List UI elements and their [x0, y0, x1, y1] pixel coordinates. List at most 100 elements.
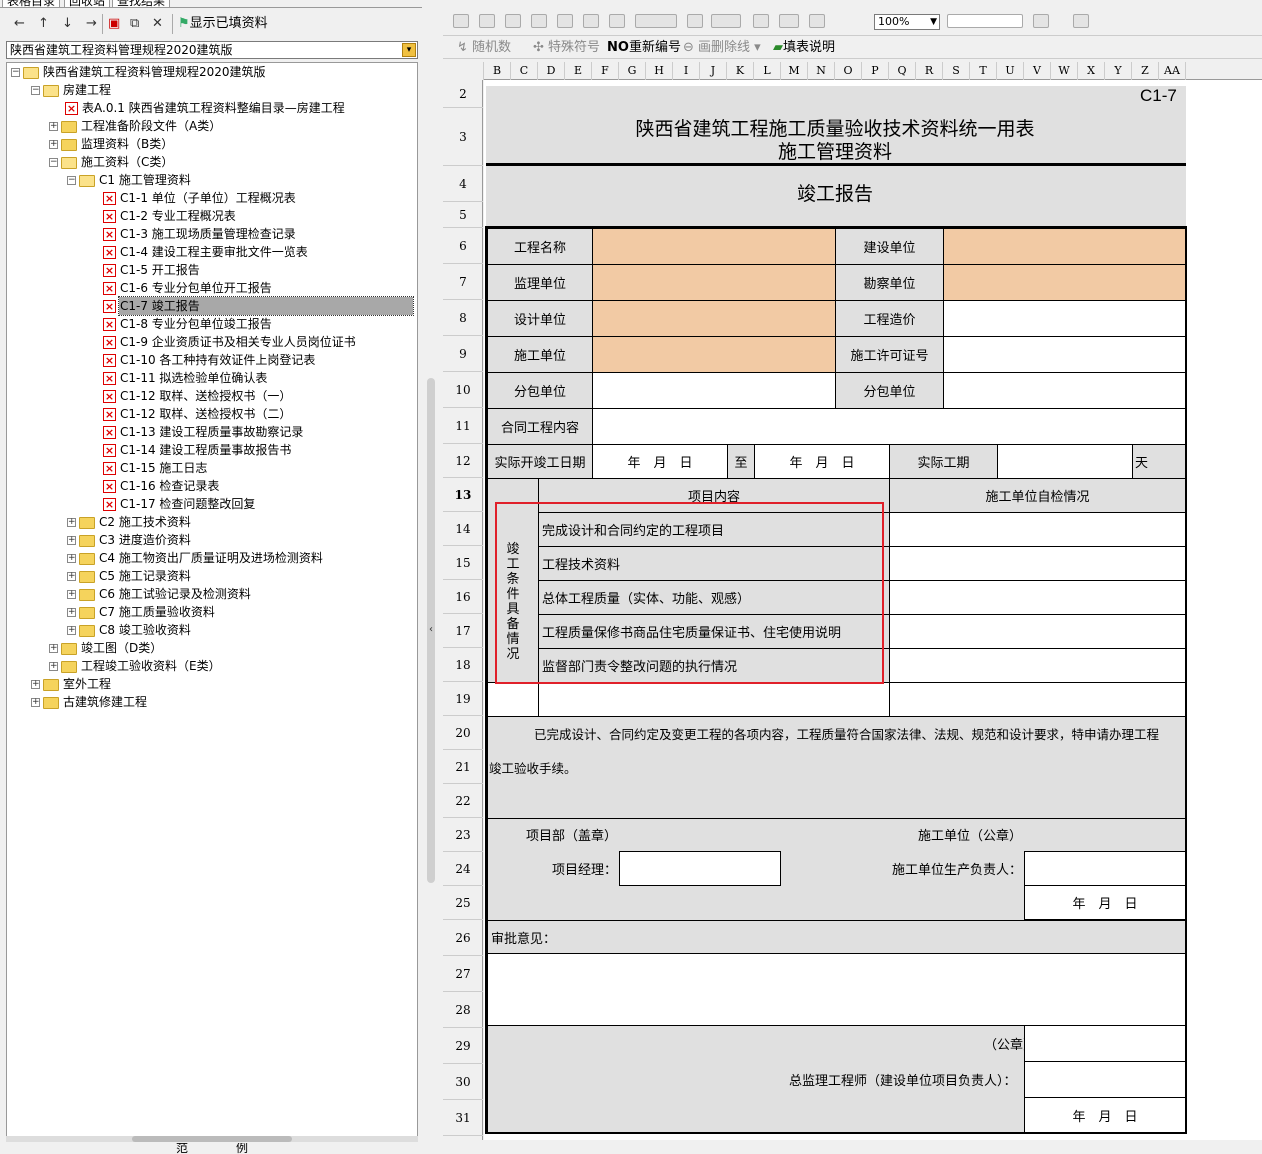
col-header[interactable]: M: [781, 62, 808, 80]
tree-node-c1-8[interactable]: × C1-8 专业分包单位竣工报告: [103, 315, 273, 333]
tree-node-c1-13[interactable]: × C1-13 建设工程质量事故勘察记录: [103, 423, 304, 441]
col-header[interactable]: Z: [1132, 62, 1159, 80]
tab-li[interactable]: 例: [236, 1143, 248, 1154]
tree-node-c1-3[interactable]: × C1-3 施工现场质量管理检查记录: [103, 225, 297, 243]
project-cost-field[interactable]: [943, 300, 1186, 337]
row-header[interactable]: 29: [443, 1028, 483, 1064]
align-icon[interactable]: [453, 14, 469, 28]
tree-node-e[interactable]: + 工程竣工验收资料（E类）: [49, 657, 222, 675]
tree-node-c1-12a[interactable]: × C1-12 取样、送检授权书（一）: [103, 387, 292, 405]
col-header[interactable]: X: [1078, 62, 1105, 80]
tab-recycle[interactable]: 回收站: [64, 0, 111, 7]
row-header[interactable]: 3: [443, 108, 483, 166]
construction-unit-field[interactable]: [943, 228, 1186, 265]
col-header[interactable]: F: [592, 62, 619, 80]
tree-node-c1[interactable]: − C1 施工管理资料: [67, 171, 192, 189]
row-header[interactable]: 12: [443, 444, 483, 478]
new-table-icon[interactable]: ▣: [108, 14, 120, 34]
line-style-select[interactable]: [947, 14, 1023, 28]
corner-cell[interactable]: [443, 62, 484, 80]
scroll-thumb[interactable]: [132, 1136, 292, 1142]
row-header[interactable]: 18: [443, 648, 483, 682]
col-header[interactable]: L: [754, 62, 781, 80]
row-header[interactable]: 30: [443, 1064, 483, 1100]
col-header[interactable]: P: [862, 62, 889, 80]
expand-icon[interactable]: +: [31, 680, 40, 689]
chevron-down-icon[interactable]: ▼: [930, 15, 937, 29]
col-header[interactable]: B: [484, 62, 511, 80]
tree-node-building[interactable]: − 房建工程: [31, 81, 112, 99]
tree-node-c8[interactable]: + C8 竣工验收资料: [67, 621, 192, 639]
row-header[interactable]: 25: [443, 886, 483, 920]
col-header[interactable]: H: [646, 62, 673, 80]
tree-node-b[interactable]: + 监理资料（B类）: [49, 135, 174, 153]
row-header[interactable]: 17: [443, 614, 483, 648]
sort-icon[interactable]: [583, 14, 599, 28]
row-header[interactable]: 7: [443, 264, 483, 300]
item-2-check-field[interactable]: [889, 546, 1186, 581]
tree-node-c4[interactable]: + C4 施工物资出厂质量证明及进场检测资料: [67, 549, 324, 567]
row-header[interactable]: 24: [443, 852, 483, 886]
collapse-icon[interactable]: −: [31, 86, 40, 95]
end-date-field[interactable]: 年 月 日: [754, 444, 890, 479]
color-icon[interactable]: [779, 14, 799, 28]
actual-period-field[interactable]: [997, 444, 1133, 479]
col-header[interactable]: Y: [1105, 62, 1132, 80]
collapse-icon[interactable]: −: [49, 158, 58, 167]
col-header[interactable]: U: [997, 62, 1024, 80]
col-header[interactable]: K: [727, 62, 754, 80]
col-header[interactable]: W: [1051, 62, 1078, 80]
col-header[interactable]: V: [1024, 62, 1051, 80]
expand-icon[interactable]: +: [67, 608, 76, 617]
arrow-up-icon[interactable]: ↑: [38, 14, 49, 34]
col-header[interactable]: J: [700, 62, 727, 80]
design-unit-field[interactable]: [592, 300, 836, 337]
expand-icon[interactable]: +: [49, 140, 58, 149]
row-header[interactable]: 27: [443, 956, 483, 992]
row-header[interactable]: 9: [443, 336, 483, 372]
row-icon[interactable]: [609, 14, 625, 28]
col-header[interactable]: S: [943, 62, 970, 80]
spec-select[interactable]: 陕西省建筑工程资料管理规程2020建筑版 ▾: [6, 41, 418, 59]
item-4-check-field[interactable]: [889, 614, 1186, 649]
tree-node-d[interactable]: + 竣工图（D类）: [49, 639, 163, 657]
expand-icon[interactable]: +: [49, 662, 58, 671]
col-header[interactable]: N: [808, 62, 835, 80]
arrow-down-icon[interactable]: ↓: [62, 14, 73, 34]
expand-icon[interactable]: +: [31, 698, 40, 707]
row-header[interactable]: 16: [443, 580, 483, 614]
row-header[interactable]: 4: [443, 166, 483, 202]
col-header[interactable]: T: [970, 62, 997, 80]
eraser-icon[interactable]: [753, 14, 769, 28]
tree-node-c1-7[interactable]: × C1-7 竣工报告: [103, 296, 417, 316]
builder-date-field[interactable]: 年 月 日: [1024, 885, 1186, 920]
collapse-icon[interactable]: −: [11, 68, 20, 77]
arrow-left-icon[interactable]: ←: [14, 14, 25, 34]
col-header[interactable]: G: [619, 62, 646, 80]
item-1-check-field[interactable]: [889, 512, 1186, 547]
border-icon[interactable]: [531, 14, 547, 28]
expand-icon[interactable]: +: [67, 518, 76, 527]
tree-node-c1-14[interactable]: × C1-14 建设工程质量事故报告书: [103, 441, 292, 459]
item-5-check-field[interactable]: [889, 648, 1186, 683]
collapse-icon[interactable]: −: [67, 176, 76, 185]
row-header[interactable]: 10: [443, 372, 483, 408]
chief-supervisor-field[interactable]: [1024, 1061, 1186, 1098]
tree-node-ancient[interactable]: + 古建筑修建工程: [31, 693, 148, 711]
font-size-icon[interactable]: [635, 14, 677, 28]
row-header[interactable]: 20: [443, 716, 483, 750]
tab-catalog[interactable]: 表格目录: [2, 0, 61, 7]
strikethrough-button[interactable]: ⊖ 画删除线 ▾: [683, 40, 761, 56]
row-header[interactable]: 19: [443, 682, 483, 716]
blank-cell[interactable]: [889, 682, 1186, 717]
calc-icon[interactable]: [809, 14, 825, 28]
row-header[interactable]: 13: [443, 478, 483, 512]
approval-opinion-field[interactable]: [487, 953, 1186, 1026]
row-header[interactable]: 15: [443, 546, 483, 580]
expand-icon[interactable]: +: [67, 626, 76, 635]
tree-node-outdoor[interactable]: + 室外工程: [31, 675, 112, 693]
tree-node-c1-9[interactable]: × C1-9 企业资质证书及相关专业人员岗位证书: [103, 333, 357, 351]
fill-help-button[interactable]: ▰填表说明: [773, 40, 835, 56]
tree-node-c1-11[interactable]: × C1-11 拟选检验单位确认表: [103, 369, 268, 387]
col-header[interactable]: C: [511, 62, 538, 80]
